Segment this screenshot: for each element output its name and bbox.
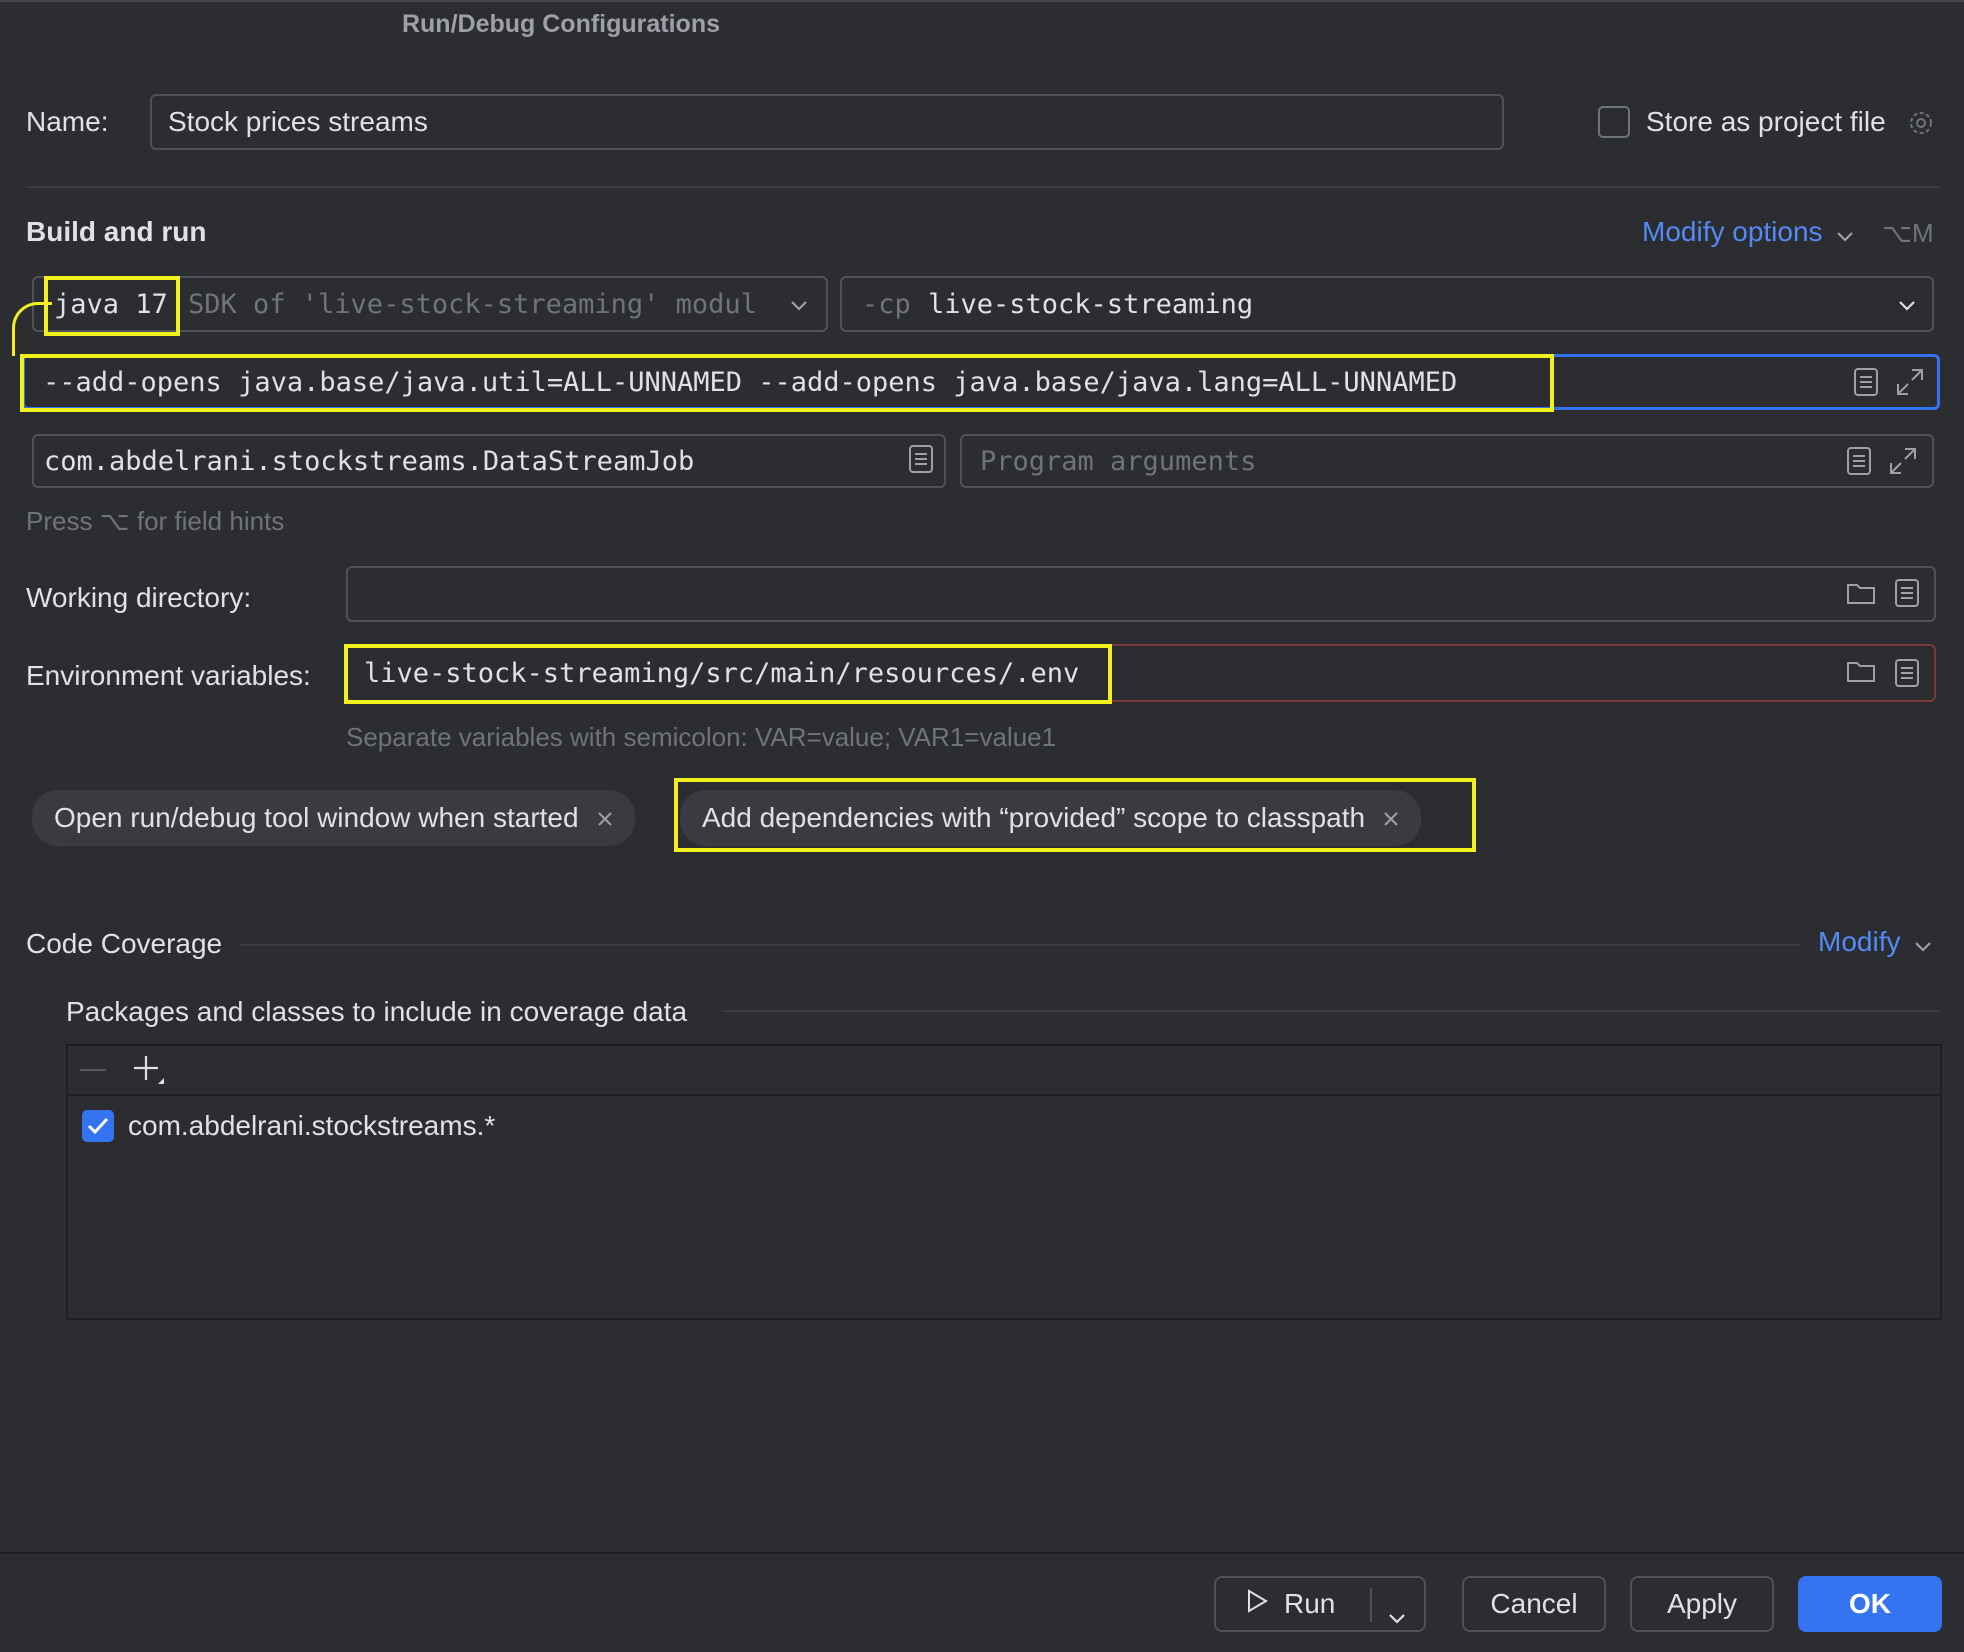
window-top-border (0, 0, 1964, 2)
chip-highlight-box (674, 778, 1476, 852)
chevron-down-icon (1914, 928, 1932, 960)
document-icon[interactable] (1894, 578, 1920, 608)
document-icon[interactable] (1846, 446, 1872, 476)
coverage-separator (240, 944, 1800, 946)
store-as-project-file-label[interactable]: Store as project file (1646, 106, 1886, 138)
name-field-value: Stock prices streams (168, 106, 428, 137)
chevron-down-icon (1898, 300, 1916, 312)
build-and-run-heading: Build and run (26, 216, 207, 247)
working-directory-label: Working directory: (26, 582, 252, 613)
run-button[interactable]: Run (1214, 1576, 1426, 1632)
chevron-down-icon (790, 300, 808, 312)
jdk-hint: SDK of 'live-stock-streaming' modul (188, 289, 757, 320)
document-icon[interactable] (1894, 658, 1920, 688)
vm-options-highlight-box (20, 354, 1554, 412)
minus-icon[interactable] (80, 1068, 106, 1072)
chevron-down-icon[interactable] (1388, 1600, 1406, 1632)
program-arguments-field[interactable]: Program arguments (960, 434, 1934, 488)
play-icon (1246, 1588, 1268, 1620)
coverage-list-item[interactable]: com.abdelrani.stockstreams.* (82, 1108, 495, 1144)
packages-label: Packages and classes to include in cover… (66, 996, 688, 1027)
environment-variables-highlight-box (344, 644, 1112, 704)
modify-options-label: Modify options (1642, 216, 1823, 247)
run-split-divider (1370, 1588, 1372, 1622)
main-class-value: com.abdelrani.stockstreams.DataStreamJob (44, 446, 695, 477)
run-label: Run (1284, 1588, 1336, 1619)
ok-button[interactable]: OK (1798, 1576, 1942, 1632)
modify-options-link[interactable]: Modify options (1642, 216, 1854, 250)
jdk-highlight-box (44, 276, 180, 336)
checkbox-checked-icon[interactable] (82, 1110, 114, 1142)
document-icon[interactable] (908, 444, 934, 474)
coverage-modify-label: Modify (1818, 926, 1901, 957)
apply-button[interactable]: Apply (1630, 1576, 1774, 1632)
name-label: Name: (26, 106, 109, 137)
cancel-button[interactable]: Cancel (1462, 1576, 1606, 1632)
close-icon[interactable] (597, 802, 613, 834)
coverage-list-panel: com.abdelrani.stockstreams.* (66, 1044, 1942, 1320)
packages-separator (722, 1010, 1940, 1012)
modify-options-shortcut: ⌥M (1882, 218, 1934, 248)
folder-icon[interactable] (1846, 658, 1876, 684)
footer-separator (0, 1552, 1964, 1554)
environment-variables-hint: Separate variables with semicolon: VAR=v… (346, 722, 1057, 752)
gear-icon[interactable] (1906, 108, 1936, 138)
folder-icon[interactable] (1846, 580, 1876, 606)
document-icon[interactable] (1853, 367, 1879, 397)
highlight-connector (12, 302, 52, 356)
name-field[interactable]: Stock prices streams (150, 94, 1504, 150)
window-title: Run/Debug Configurations (401, 10, 721, 38)
store-as-project-file-checkbox[interactable] (1598, 106, 1630, 138)
working-directory-field[interactable] (346, 566, 1936, 622)
expand-icon[interactable] (1888, 446, 1918, 476)
add-icon[interactable] (132, 1054, 166, 1088)
field-hints-text: Press ⌥ for field hints (26, 506, 285, 536)
classpath-prefix: -cp (862, 289, 911, 320)
name-separator (26, 186, 1940, 188)
chip-open-tool-window: Open run/debug tool window when started (32, 790, 635, 846)
coverage-item-label: com.abdelrani.stockstreams.* (128, 1110, 496, 1141)
expand-icon[interactable] (1895, 367, 1925, 397)
coverage-modify-link[interactable]: Modify (1818, 926, 1932, 960)
chip-label: Open run/debug tool window when started (54, 802, 579, 833)
environment-variables-label: Environment variables: (26, 660, 311, 691)
classpath-dropdown[interactable]: -cp live-stock-streaming (840, 276, 1934, 332)
main-class-field[interactable]: com.abdelrani.stockstreams.DataStreamJob (32, 434, 946, 488)
program-arguments-placeholder: Program arguments (980, 446, 1257, 477)
chevron-down-icon (1836, 218, 1854, 250)
classpath-value: live-stock-streaming (928, 289, 1254, 320)
coverage-toolbar (68, 1046, 1940, 1096)
code-coverage-heading: Code Coverage (26, 928, 223, 959)
